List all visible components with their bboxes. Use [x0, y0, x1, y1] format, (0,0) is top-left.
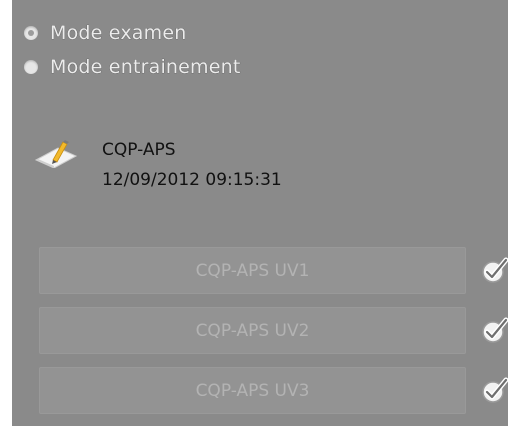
session-name: CQP-APS — [102, 140, 176, 160]
unit-button-uv2[interactable]: CQP-APS UV2 — [39, 307, 466, 354]
unit-row: CQP-APS UV2 — [39, 307, 508, 354]
session-info: CQP-APS 12/09/2012 09:15:31 — [34, 136, 334, 196]
checkmark-circle-icon — [482, 317, 508, 343]
checkmark-circle-icon — [482, 257, 508, 283]
checkmark-circle-icon — [482, 377, 508, 403]
unit-button-uv1[interactable]: CQP-APS UV1 — [39, 247, 466, 294]
mode-examen-label: Mode examen — [50, 22, 187, 45]
unit-row: CQP-APS UV3 — [39, 367, 508, 414]
mode-examen-option[interactable]: Mode examen — [24, 22, 187, 44]
unit-button-uv3[interactable]: CQP-APS UV3 — [39, 367, 466, 414]
unit-row: CQP-APS UV1 — [39, 247, 508, 294]
session-datetime: 12/09/2012 09:15:31 — [102, 170, 282, 190]
edit-pencil-icon — [34, 140, 78, 168]
mode-examen-radio[interactable] — [24, 26, 38, 40]
session-panel: Mode examen Mode entrainement CQP-APS 12… — [12, 0, 508, 426]
mode-entrainement-option[interactable]: Mode entrainement — [24, 56, 241, 78]
mode-entrainement-label: Mode entrainement — [50, 56, 241, 79]
mode-entrainement-radio[interactable] — [24, 60, 38, 74]
